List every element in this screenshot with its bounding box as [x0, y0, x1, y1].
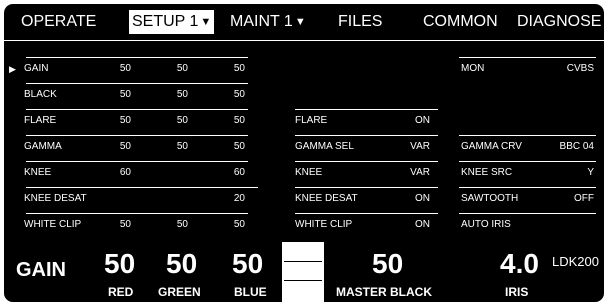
- dropdown-arrow-icon: ▼: [294, 16, 306, 28]
- param-value[interactable]: OFF: [524, 193, 594, 205]
- menu-common[interactable]: COMMON: [423, 10, 498, 34]
- row-rule: [459, 161, 596, 162]
- param-label-sawtooth[interactable]: SAWTOOTH: [461, 193, 518, 205]
- param-value[interactable]: 50: [148, 219, 188, 231]
- row-rule: [26, 109, 248, 110]
- param-value[interactable]: 50: [91, 115, 131, 127]
- row-rule: [26, 135, 248, 136]
- param-value[interactable]: BBC 04: [524, 141, 594, 153]
- master-black-value[interactable]: 50: [372, 248, 403, 280]
- row-rule: [26, 161, 248, 162]
- gap-rule: [284, 280, 322, 281]
- param-label-gain[interactable]: GAIN: [24, 63, 48, 75]
- readout-title: GAIN: [16, 259, 66, 281]
- model-label: LDK200: [552, 254, 599, 269]
- bottom-bar: GAIN 50 RED 50 GREEN 50 BLUE 50 MASTER B…: [4, 242, 604, 302]
- param-value[interactable]: 50: [205, 141, 245, 153]
- param-label-knee[interactable]: KNEE: [24, 167, 51, 179]
- param-value[interactable]: Y: [524, 167, 594, 179]
- row-rule: [26, 57, 248, 58]
- blue-label: BLUE: [234, 285, 267, 299]
- param-label-gamma-crv[interactable]: GAMMA CRV: [461, 141, 522, 153]
- param-label-white-clip[interactable]: WHITE CLIP: [24, 219, 81, 231]
- param-value[interactable]: 50: [148, 63, 188, 75]
- param-value[interactable]: 60: [205, 167, 245, 179]
- row-rule: [459, 187, 596, 188]
- param-label-knee[interactable]: KNEE: [295, 167, 322, 179]
- dropdown-arrow-icon: ▼: [200, 16, 212, 28]
- row-rule: [459, 135, 596, 136]
- param-value[interactable]: 50: [91, 89, 131, 101]
- green-value[interactable]: 50: [166, 248, 197, 280]
- selection-cursor-icon: ▶: [9, 64, 16, 74]
- param-value[interactable]: 50: [205, 115, 245, 127]
- menu-diagnose[interactable]: DIAGNOSE: [517, 10, 601, 34]
- param-value[interactable]: 50: [91, 63, 131, 75]
- param-label-auto-iris[interactable]: AUTO IRIS: [461, 219, 511, 231]
- blue-value[interactable]: 50: [232, 248, 263, 280]
- param-value[interactable]: VAR: [378, 141, 430, 153]
- param-label-black[interactable]: BLACK: [24, 89, 57, 101]
- param-value[interactable]: 60: [91, 167, 131, 179]
- menu-setup[interactable]: SETUP 1 ▼: [129, 10, 215, 34]
- red-label: RED: [108, 285, 134, 299]
- menu-divider: [4, 40, 604, 41]
- param-value[interactable]: 20: [205, 193, 245, 205]
- param-value[interactable]: 50: [205, 63, 245, 75]
- param-value[interactable]: 50: [205, 89, 245, 101]
- param-label-gamma-sel[interactable]: GAMMA SEL: [295, 141, 354, 153]
- menu-maint[interactable]: MAINT 1 ▼: [230, 10, 306, 34]
- iris-label: IRIS: [505, 285, 529, 299]
- row-rule: [295, 135, 438, 136]
- param-value[interactable]: 50: [148, 89, 188, 101]
- red-value[interactable]: 50: [104, 248, 135, 280]
- param-label-knee-desat[interactable]: KNEE DESAT: [24, 193, 87, 205]
- param-value[interactable]: 50: [205, 219, 245, 231]
- row-rule: [295, 187, 438, 188]
- param-value[interactable]: 50: [148, 141, 188, 153]
- param-label-flare[interactable]: FLARE: [24, 115, 56, 127]
- param-value[interactable]: ON: [378, 219, 430, 231]
- param-label-knee-desat[interactable]: KNEE DESAT: [295, 193, 358, 205]
- row-rule: [459, 57, 596, 58]
- param-value[interactable]: VAR: [378, 167, 430, 179]
- green-label: GREEN: [158, 285, 201, 299]
- row-rule: [459, 213, 596, 214]
- param-value[interactable]: CVBS: [524, 63, 594, 75]
- row-rule: [26, 213, 248, 214]
- iris-value[interactable]: 4.0: [500, 248, 539, 280]
- row-rule: [295, 161, 438, 162]
- master-readout-panel: 50 MASTER BLACK 4.0 IRIS LDK200: [324, 242, 604, 302]
- gap-rule: [284, 261, 322, 262]
- param-label-knee-src[interactable]: KNEE SRC: [461, 167, 512, 179]
- param-value[interactable]: 50: [148, 115, 188, 127]
- param-label-flare[interactable]: FLARE: [295, 115, 327, 127]
- param-label-white-clip[interactable]: WHITE CLIP: [295, 219, 352, 231]
- master-black-label: MASTER BLACK: [336, 285, 432, 299]
- param-label-mon[interactable]: MON: [461, 63, 484, 75]
- camera-control-panel: OPERATE SETUP 1 ▼ MAINT 1 ▼ FILES COMMON D…: [4, 4, 604, 302]
- menu-operate[interactable]: OPERATE: [21, 10, 96, 34]
- param-value[interactable]: ON: [378, 115, 430, 127]
- param-label-gamma[interactable]: GAMMA: [24, 141, 62, 153]
- row-rule: [295, 109, 438, 110]
- row-rule: [26, 83, 248, 84]
- row-rule: [26, 187, 258, 188]
- row-rule: [295, 213, 438, 214]
- param-value[interactable]: 50: [91, 219, 131, 231]
- menu-files[interactable]: FILES: [338, 10, 382, 34]
- param-value[interactable]: 50: [91, 141, 131, 153]
- param-value[interactable]: ON: [378, 193, 430, 205]
- gain-readout-panel: GAIN 50 RED 50 GREEN 50 BLUE: [4, 242, 282, 302]
